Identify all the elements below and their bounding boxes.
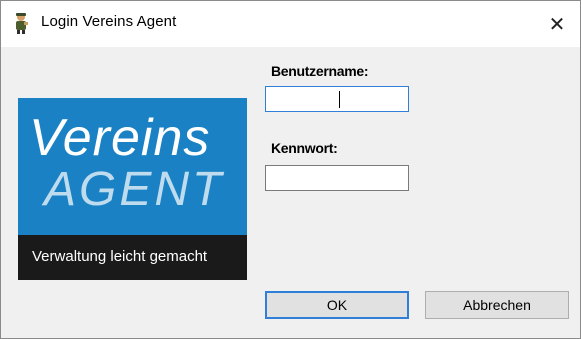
cancel-button[interactable]: Abbrechen xyxy=(425,291,569,319)
username-label: Benutzername: xyxy=(271,63,369,79)
vereins-agent-logo: Vereins AGENT Verwaltung leicht gemacht xyxy=(18,98,247,280)
logo-text-agent: AGENT xyxy=(44,163,225,216)
logo-tagline-bar: Verwaltung leicht gemacht xyxy=(18,235,247,280)
mascot-icon xyxy=(16,13,28,34)
logo-blue-panel: Vereins AGENT xyxy=(18,98,247,235)
logo-text-vereins: Vereins xyxy=(29,109,211,167)
password-label: Kennwort: xyxy=(271,140,338,156)
password-input[interactable] xyxy=(265,165,409,191)
logo-tagline: Verwaltung leicht gemacht xyxy=(32,248,208,265)
title-bar: Login Vereins Agent ✕ xyxy=(1,1,580,47)
window-title: Login Vereins Agent xyxy=(41,13,177,30)
login-dialog: Login Vereins Agent ✕ Vereins AGENT Verw… xyxy=(0,0,581,339)
username-input[interactable] xyxy=(265,86,409,112)
ok-button[interactable]: OK xyxy=(265,291,409,319)
close-button[interactable]: ✕ xyxy=(534,1,580,47)
close-icon: ✕ xyxy=(548,13,566,36)
text-caret xyxy=(339,91,340,108)
